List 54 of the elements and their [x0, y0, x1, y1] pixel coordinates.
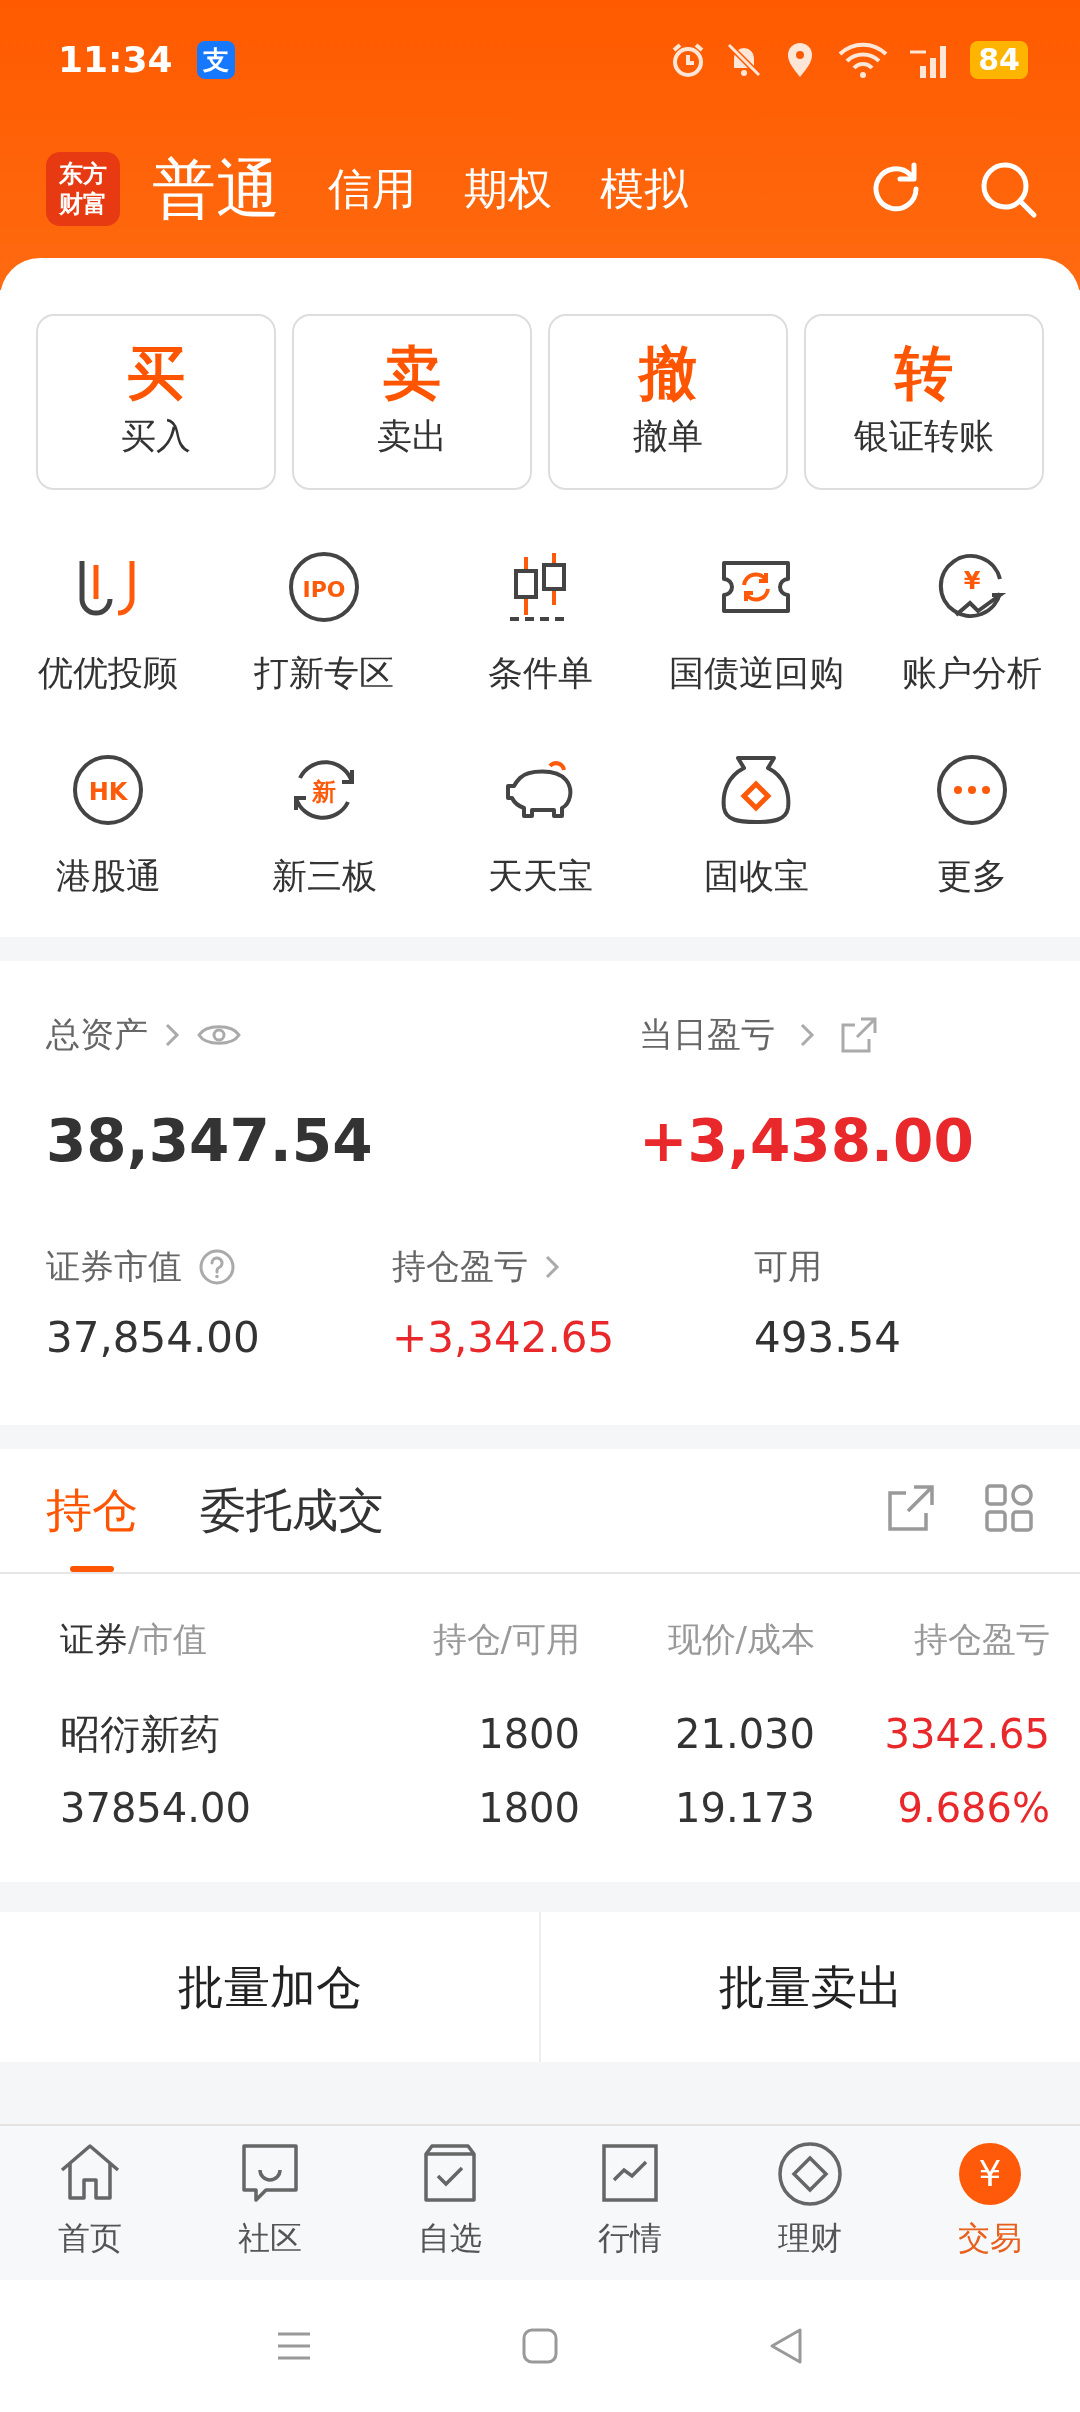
stock-name: 昭衍新药 — [60, 1710, 221, 1760]
shortcut-item[interactable]: 优优投顾 — [0, 548, 216, 701]
shortcut-item[interactable]: 更多 — [864, 750, 1080, 903]
market-value-label: 证券市值 — [46, 1245, 182, 1288]
holding-pnl-value: +3,342.65 — [392, 1312, 616, 1364]
shortcut-item[interactable]: 国债逆回购 — [648, 548, 864, 701]
bottom-nav-tab[interactable]: 行情 — [540, 2126, 720, 2280]
holding-pnl: 3342.65 — [883, 1710, 1050, 1760]
column-header: 证券/市值 — [60, 1617, 209, 1661]
bottom-nav-tab[interactable]: 社区 — [180, 2126, 360, 2280]
app-notification-icon: 支 — [196, 41, 235, 79]
bottom-nav-tab[interactable]: 首页 — [0, 2126, 180, 2280]
holding-pnl-label: 持仓盈亏 — [392, 1245, 528, 1288]
app-logo: 东方财富 — [46, 152, 120, 226]
trade-action-button[interactable]: 买 买入 — [36, 314, 276, 490]
total-assets-label: 总资产 — [46, 1013, 148, 1056]
shortcut-item[interactable]: 天天宝 — [432, 750, 648, 903]
help-icon[interactable] — [198, 1247, 236, 1286]
cost-price: 19.173 — [674, 1784, 815, 1834]
bottom-nav-tab[interactable]: 理财 — [720, 2126, 900, 2280]
column-header: 现价/成本 — [666, 1617, 815, 1661]
available-quantity: 1800 — [477, 1784, 580, 1834]
market-value-value: 37,854.00 — [46, 1312, 261, 1364]
shortcut-item[interactable]: HK 港股通 — [0, 750, 216, 903]
holdings-tab[interactable]: 委托成交 — [200, 1483, 384, 1573]
trade-action-button[interactable]: 卖 卖出 — [292, 314, 532, 490]
shortcut-item[interactable]: 条件单 — [432, 548, 648, 701]
home-button-icon[interactable] — [520, 2326, 560, 2366]
yuan-icon: ¥ — [956, 2140, 1024, 2208]
column-header: 持仓/可用 — [431, 1617, 580, 1661]
status-time: 11:34 — [58, 38, 173, 82]
shortcut-item[interactable]: 新 新三板 — [216, 750, 432, 903]
total-assets-value: 38,347.54 — [46, 1106, 374, 1177]
shortcut-item[interactable]: IPO 打新专区 — [216, 548, 432, 701]
daily-pnl-label: 当日盈亏 — [639, 1013, 775, 1056]
share-icon[interactable] — [886, 1483, 936, 1533]
trade-action-button[interactable]: 转 银证转账 — [804, 314, 1044, 490]
batch-button[interactable]: 批量加仓 — [0, 1912, 539, 2063]
column-header: 持仓盈亏 — [913, 1617, 1050, 1661]
shortcut-item[interactable]: 固收宝 — [648, 750, 864, 903]
ipo-icon: IPO — [286, 549, 362, 625]
trade-action-button[interactable]: 撤 撤单 — [548, 314, 788, 490]
batch-button[interactable]: 批量卖出 — [539, 1912, 1080, 2063]
current-price: 21.030 — [674, 1710, 815, 1760]
shortcut-item[interactable]: ¥ 账户分析 — [864, 548, 1080, 701]
position-quantity: 1800 — [477, 1710, 580, 1760]
stock-market-value: 37854.00 — [60, 1784, 252, 1834]
bottom-nav-tab[interactable]: 自选 — [360, 2126, 540, 2280]
available-funds-value: 493.54 — [754, 1312, 901, 1364]
daily-pnl-value: +3,438.00 — [639, 1106, 974, 1177]
grid-icon[interactable] — [984, 1483, 1034, 1533]
pnl-percentage: 9.686% — [896, 1784, 1050, 1834]
available-funds-label: 可用 — [754, 1245, 822, 1288]
battery-level: 84 — [970, 41, 1028, 79]
